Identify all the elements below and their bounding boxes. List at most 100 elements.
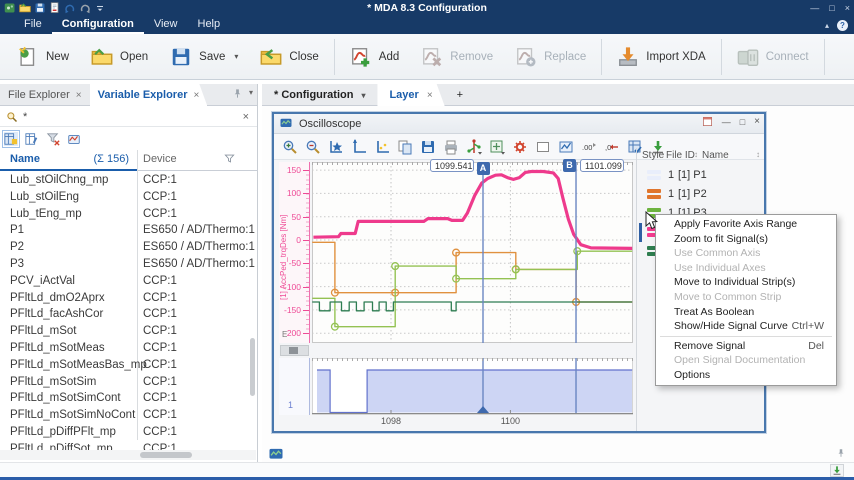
signal-style-swatch[interactable] [647, 189, 661, 199]
oscilloscope-maximize-button[interactable]: □ [740, 117, 745, 127]
scope-mini-icon[interactable] [67, 132, 81, 146]
axis-scrollbar[interactable] [280, 345, 309, 356]
search-clear-icon[interactable]: × [243, 111, 251, 123]
fit-view-icon[interactable] [489, 139, 505, 155]
menu-configuration[interactable]: Configuration [52, 16, 144, 34]
undo-icon[interactable] [64, 2, 76, 14]
help-icon[interactable]: ? [837, 20, 848, 31]
signal-row[interactable]: 1[1] P2 [274, 185, 764, 204]
window-minimize-button[interactable]: — [810, 0, 819, 16]
menu-item-options[interactable]: Options [656, 368, 836, 383]
signal-tree-icon[interactable] [466, 139, 482, 155]
decimals-icon[interactable]: .00 [581, 139, 597, 155]
signal-row[interactable]: 1[1] P1 [274, 166, 764, 185]
oscilloscope-title-bar[interactable]: Oscilloscope [274, 114, 764, 134]
table-row[interactable]: P1ES650 / AD/Thermo:1 [0, 222, 256, 239]
tab-variable-explorer[interactable]: Variable Explorer× [90, 84, 208, 106]
save-floppy-icon[interactable] [420, 139, 436, 155]
menu-item-apply-favorite-axis-range[interactable]: Apply Favorite Axis Range [656, 217, 836, 232]
save-floppy-icon[interactable] [34, 2, 46, 14]
marker-icon[interactable]: ,0 [604, 139, 620, 155]
close-button[interactable]: Close [249, 37, 329, 77]
print-icon[interactable] [443, 139, 459, 155]
filter-remove-icon[interactable] [46, 132, 60, 146]
menu-item-move-to-individual-strip-s[interactable]: Move to Individual Strip(s) [656, 275, 836, 290]
add-variables-icon[interactable] [4, 132, 18, 146]
redo-icon[interactable] [79, 2, 91, 14]
table-row[interactable]: PFltLd_facAshCorCCP:1 [0, 306, 256, 323]
tab-file-explorer[interactable]: File Explorer× [0, 84, 90, 106]
axis-xy-icon[interactable] [374, 139, 390, 155]
table-row[interactable]: P2ES650 / AD/Thermo:1 [0, 239, 256, 256]
table-row[interactable]: PFltLd_mSotCCP:1 [0, 323, 256, 340]
tab-close-icon[interactable]: × [193, 85, 199, 106]
vertical-scrollbar[interactable] [250, 338, 255, 396]
table-row[interactable]: PFltLd_mSotMeasBas_mpCCP:1 [0, 357, 256, 374]
sort-icon[interactable]: ↕ [756, 150, 760, 159]
tab-layer[interactable]: Layer× [377, 84, 444, 106]
menu-help[interactable]: Help [188, 16, 231, 34]
bottom-strip-axis[interactable]: 1 [279, 358, 310, 415]
legend-column-file-id[interactable]: File ID [666, 150, 695, 161]
zoom-in-icon[interactable] [282, 139, 298, 155]
settings-gear-icon[interactable] [512, 139, 528, 155]
table-row[interactable]: Lub_stOilChng_mpCCP:1 [0, 172, 256, 189]
export-status-icon[interactable] [830, 464, 844, 477]
table-row[interactable]: Lub_tEng_mpCCP:1 [0, 206, 256, 223]
new-button[interactable]: New [6, 37, 80, 77]
oscilloscope-minimize-button[interactable]: — [722, 117, 731, 127]
table-row[interactable]: PFltLd_mSotSimNoContCCP:1 [0, 407, 256, 424]
menu-item-remove-signal[interactable]: Remove SignalDel [656, 339, 836, 354]
float-window-icon[interactable] [702, 116, 713, 127]
tab-configuration[interactable]: * Configuration▾ [262, 84, 377, 106]
table-row[interactable]: PFltLd_mSotSimCCP:1 [0, 374, 256, 391]
oscilloscope-taskbar-icon[interactable] [268, 448, 284, 461]
qat-caret-icon[interactable] [94, 2, 106, 14]
bottom-strip-plot[interactable] [312, 358, 633, 415]
save-button[interactable]: Save▾ [159, 37, 249, 77]
search-input[interactable] [23, 111, 238, 123]
export-doc-icon[interactable] [49, 2, 61, 14]
menu-item-treat-as-boolean[interactable]: Treat As Boolean [656, 305, 836, 320]
edit-variables-icon[interactable] [25, 132, 39, 146]
open-folder-icon[interactable] [19, 2, 31, 14]
zoom-out-icon[interactable] [305, 139, 321, 155]
menu-item-zoom-to-fit-signal-s[interactable]: Zoom to fit Signal(s) [656, 232, 836, 247]
window-maximize-button[interactable]: □ [829, 0, 834, 16]
menu-file[interactable]: File [14, 16, 52, 34]
import-xda-button[interactable]: Import XDA [606, 37, 716, 77]
filter-icon[interactable] [224, 153, 235, 164]
app-logo-icon[interactable] [4, 2, 16, 14]
horizontal-scrollbar-track[interactable] [0, 450, 256, 460]
table-row[interactable]: PFltLd_pDiffPFlt_mpCCP:1 [0, 424, 256, 441]
table-row[interactable]: PFltLd_mSotMeasCCP:1 [0, 340, 256, 357]
table-row[interactable]: Lub_stOilEngCCP:1 [0, 189, 256, 206]
menu-view[interactable]: View [144, 16, 188, 34]
add-button[interactable]: Add [339, 37, 410, 77]
chart-box-icon[interactable] [558, 139, 574, 155]
zoom-fit-icon[interactable] [328, 139, 344, 155]
table-row[interactable]: PFltLd_mSotSimContCCP:1 [0, 390, 256, 407]
device-column-header[interactable]: Device [143, 153, 177, 165]
axis-y-icon[interactable] [351, 139, 367, 155]
oscilloscope-close-button[interactable]: × [754, 116, 760, 127]
horizontal-scrollbar-thumb[interactable] [140, 452, 192, 458]
legend-column-name[interactable]: Name [702, 150, 729, 161]
tab-close-icon[interactable]: × [427, 85, 433, 106]
tab-close-icon[interactable]: × [76, 85, 82, 106]
table-check-icon[interactable] [627, 139, 643, 155]
window-close-button[interactable]: × [845, 0, 850, 16]
open-button[interactable]: Open [80, 37, 159, 77]
table-row[interactable]: PCV_iActValCCP:1 [0, 273, 256, 290]
table-row[interactable]: PFltLd_dmO2AprxCCP:1 [0, 290, 256, 307]
sort-icon[interactable]: ↕ [694, 150, 698, 159]
tab-list-caret-icon[interactable]: ▾ [249, 88, 253, 99]
pin-icon[interactable] [232, 88, 243, 99]
menu-item-show-hide-signal-curve[interactable]: Show/Hide Signal CurveCtrl+W [656, 319, 836, 334]
tab-[interactable]: + [445, 84, 475, 106]
signal-style-swatch[interactable] [647, 170, 661, 180]
name-column-header[interactable]: Name [10, 153, 40, 165]
rect-select-icon[interactable] [535, 139, 551, 155]
pin-icon[interactable] [836, 447, 846, 459]
table-row[interactable]: P3ES650 / AD/Thermo:1 [0, 256, 256, 273]
